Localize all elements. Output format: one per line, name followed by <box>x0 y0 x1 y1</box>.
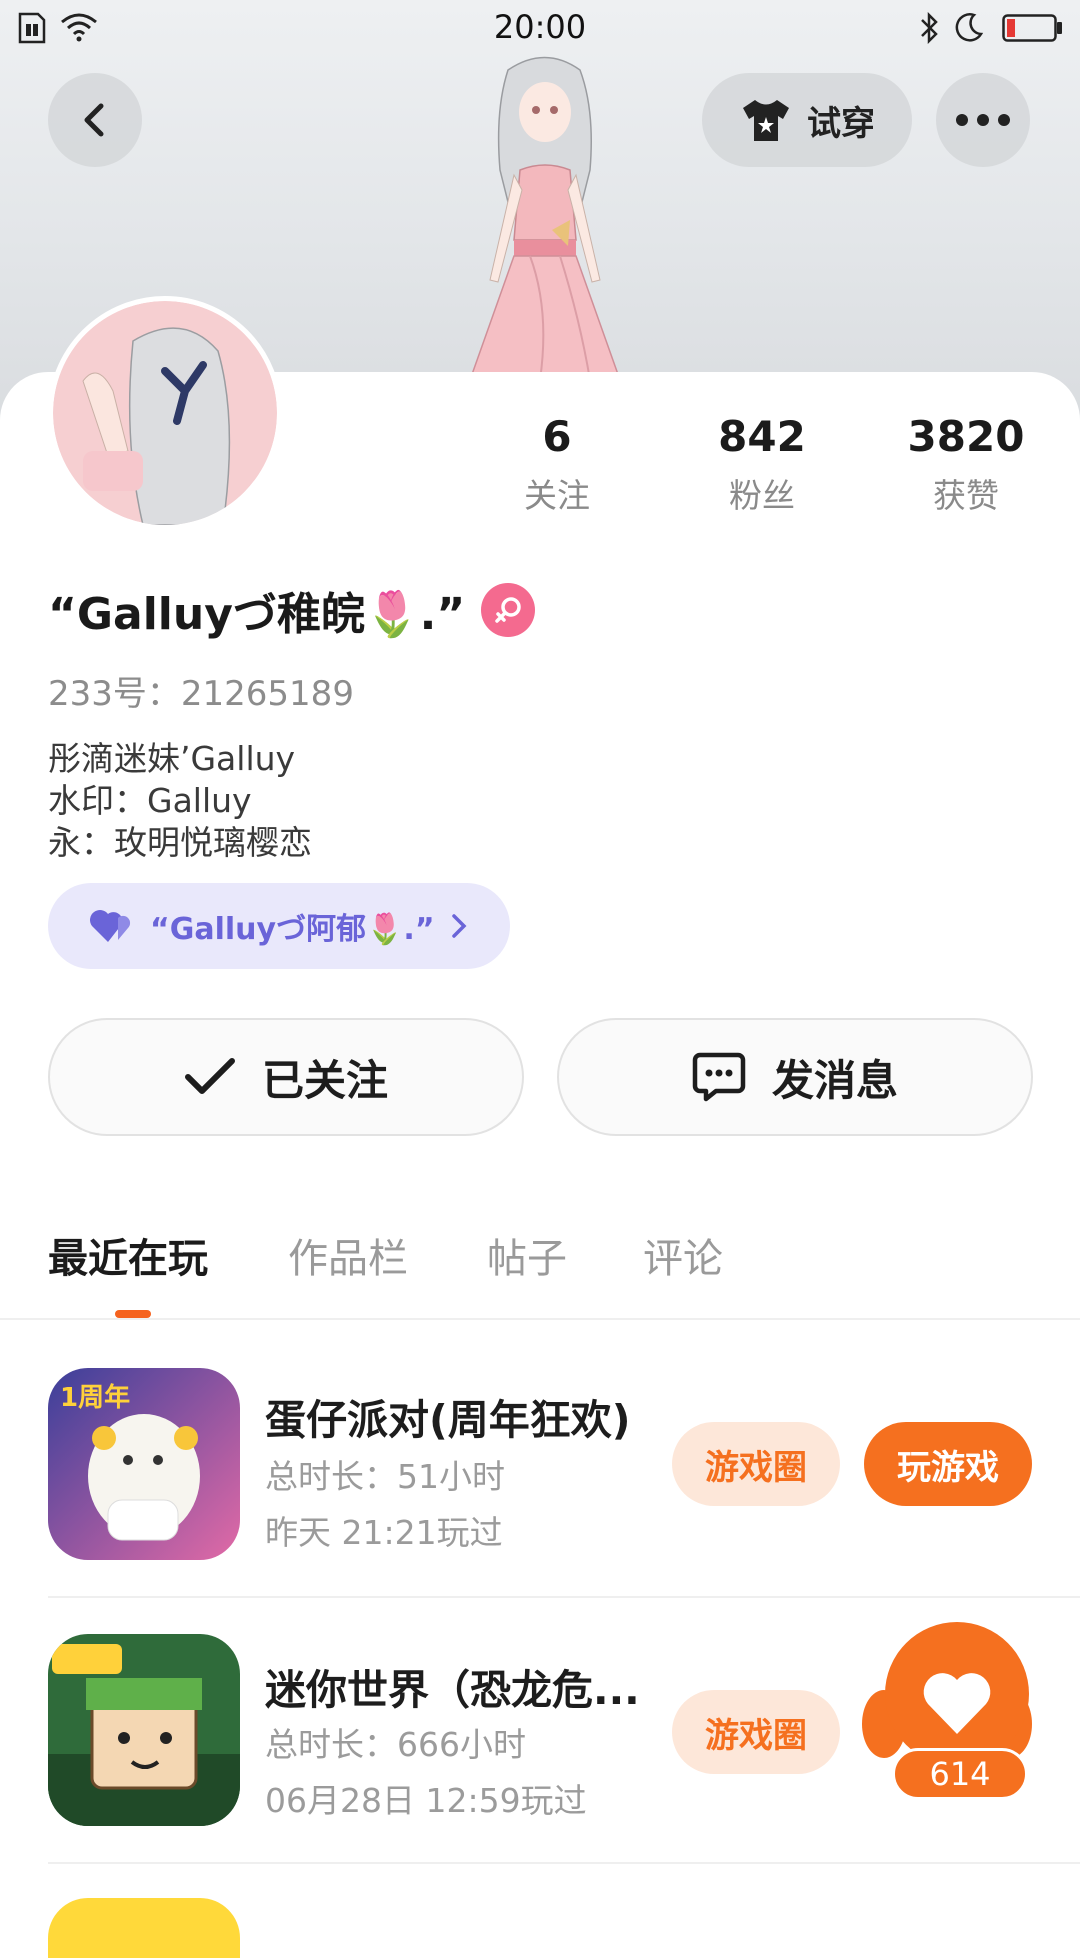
profile-avatar[interactable] <box>48 296 282 530</box>
cp-link[interactable]: “Galluyづ阿郁🌷.” <box>48 883 510 969</box>
row-divider <box>48 1862 1080 1864</box>
tab-works[interactable]: 作品栏 <box>288 1226 408 1284</box>
icon-badge-text: 1周年 <box>60 1382 130 1413</box>
cp-name: “Galluyづ阿郁🌷.” <box>150 912 435 947</box>
tab-recent-play[interactable]: 最近在玩 <box>48 1226 208 1284</box>
game-last-played: 昨天 21:21玩过 <box>265 1513 503 1552</box>
bio-line: 彤滴迷妹’Galluy <box>48 739 296 778</box>
message-button[interactable]: 发消息 <box>557 1018 1033 1136</box>
mini-world-icon <box>48 1634 240 1826</box>
eggy-party-icon: 1周年 <box>48 1368 240 1560</box>
game-duration: 总时长：51小时 <box>265 1457 505 1496</box>
try-on-label: 试穿 <box>807 103 875 144</box>
status-bar: 20:00 <box>0 0 1080 56</box>
dressup-avatar-figure[interactable] <box>430 50 660 380</box>
game-title: 迷你世界（恐龙危... <box>265 1666 640 1714</box>
game-last-played: 06月28日 12:59玩过 <box>265 1781 587 1820</box>
avatar-image <box>53 301 277 525</box>
tab-comments[interactable]: 评论 <box>643 1226 723 1284</box>
fans-label: 粉丝 <box>729 476 795 515</box>
game-icon-eggy-party[interactable]: 1周年 <box>48 1368 240 1560</box>
female-icon <box>495 597 522 623</box>
back-button[interactable] <box>48 73 142 167</box>
hearts-icon <box>90 910 131 942</box>
game-duration: 总时长：666小时 <box>265 1725 526 1764</box>
moon-icon <box>955 13 984 42</box>
tshirt-icon <box>743 100 789 141</box>
bluetooth-icon <box>921 12 938 44</box>
fans-count: 842 <box>718 412 806 461</box>
try-on-button[interactable]: 试穿 <box>702 73 912 167</box>
chevron-left-icon <box>84 103 104 137</box>
game-circle-button[interactable]: 游戏圈 <box>672 1422 840 1506</box>
likes-count: 3820 <box>907 412 1025 461</box>
tabs-divider <box>0 1318 1080 1320</box>
check-icon <box>184 1058 235 1094</box>
user-id: 233号：21265189 <box>48 674 354 714</box>
fans-stat[interactable]: 842 粉丝 <box>677 412 847 517</box>
game-icon-mini-world[interactable] <box>48 1634 240 1826</box>
tab-indicator <box>115 1310 151 1318</box>
tab-posts[interactable]: 帖子 <box>487 1226 567 1284</box>
game-icon-next[interactable] <box>48 1898 240 1958</box>
more-dots-icon <box>956 114 1010 126</box>
nickname: “Galluyづ稚皖🌷.” <box>48 589 466 640</box>
following-stat[interactable]: 6 关注 <box>472 412 642 517</box>
gender-badge <box>481 583 536 637</box>
bio-line: 永：玫明悦璃樱恋 <box>48 823 312 862</box>
game-title: 蛋仔派对(周年狂欢) <box>265 1396 631 1444</box>
chevron-right-icon <box>451 914 467 938</box>
chat-bubble-icon <box>692 1052 746 1102</box>
game-list-item[interactable]: 1周年 蛋仔派对(周年狂欢) 总时长：51小时 昨天 21:21玩过 游戏圈 玩… <box>0 1330 1080 1596</box>
followed-label: 已关注 <box>261 1055 388 1105</box>
message-label: 发消息 <box>771 1055 898 1105</box>
nickname-row: “Galluyづ稚皖🌷.” <box>48 578 536 642</box>
following-label: 关注 <box>524 476 590 515</box>
likes-stat[interactable]: 3820 获赞 <box>881 412 1051 517</box>
more-button[interactable] <box>936 73 1030 167</box>
followed-button[interactable]: 已关注 <box>48 1018 524 1136</box>
game-circle-button[interactable]: 游戏圈 <box>672 1690 840 1774</box>
likes-label: 获赞 <box>933 476 999 515</box>
bio-line: 水印：Galluy <box>48 781 252 820</box>
battery-icon <box>1002 14 1062 42</box>
play-game-button[interactable]: 玩游戏 <box>864 1422 1032 1506</box>
following-count: 6 <box>542 412 572 461</box>
like-count: 614 <box>892 1748 1028 1800</box>
